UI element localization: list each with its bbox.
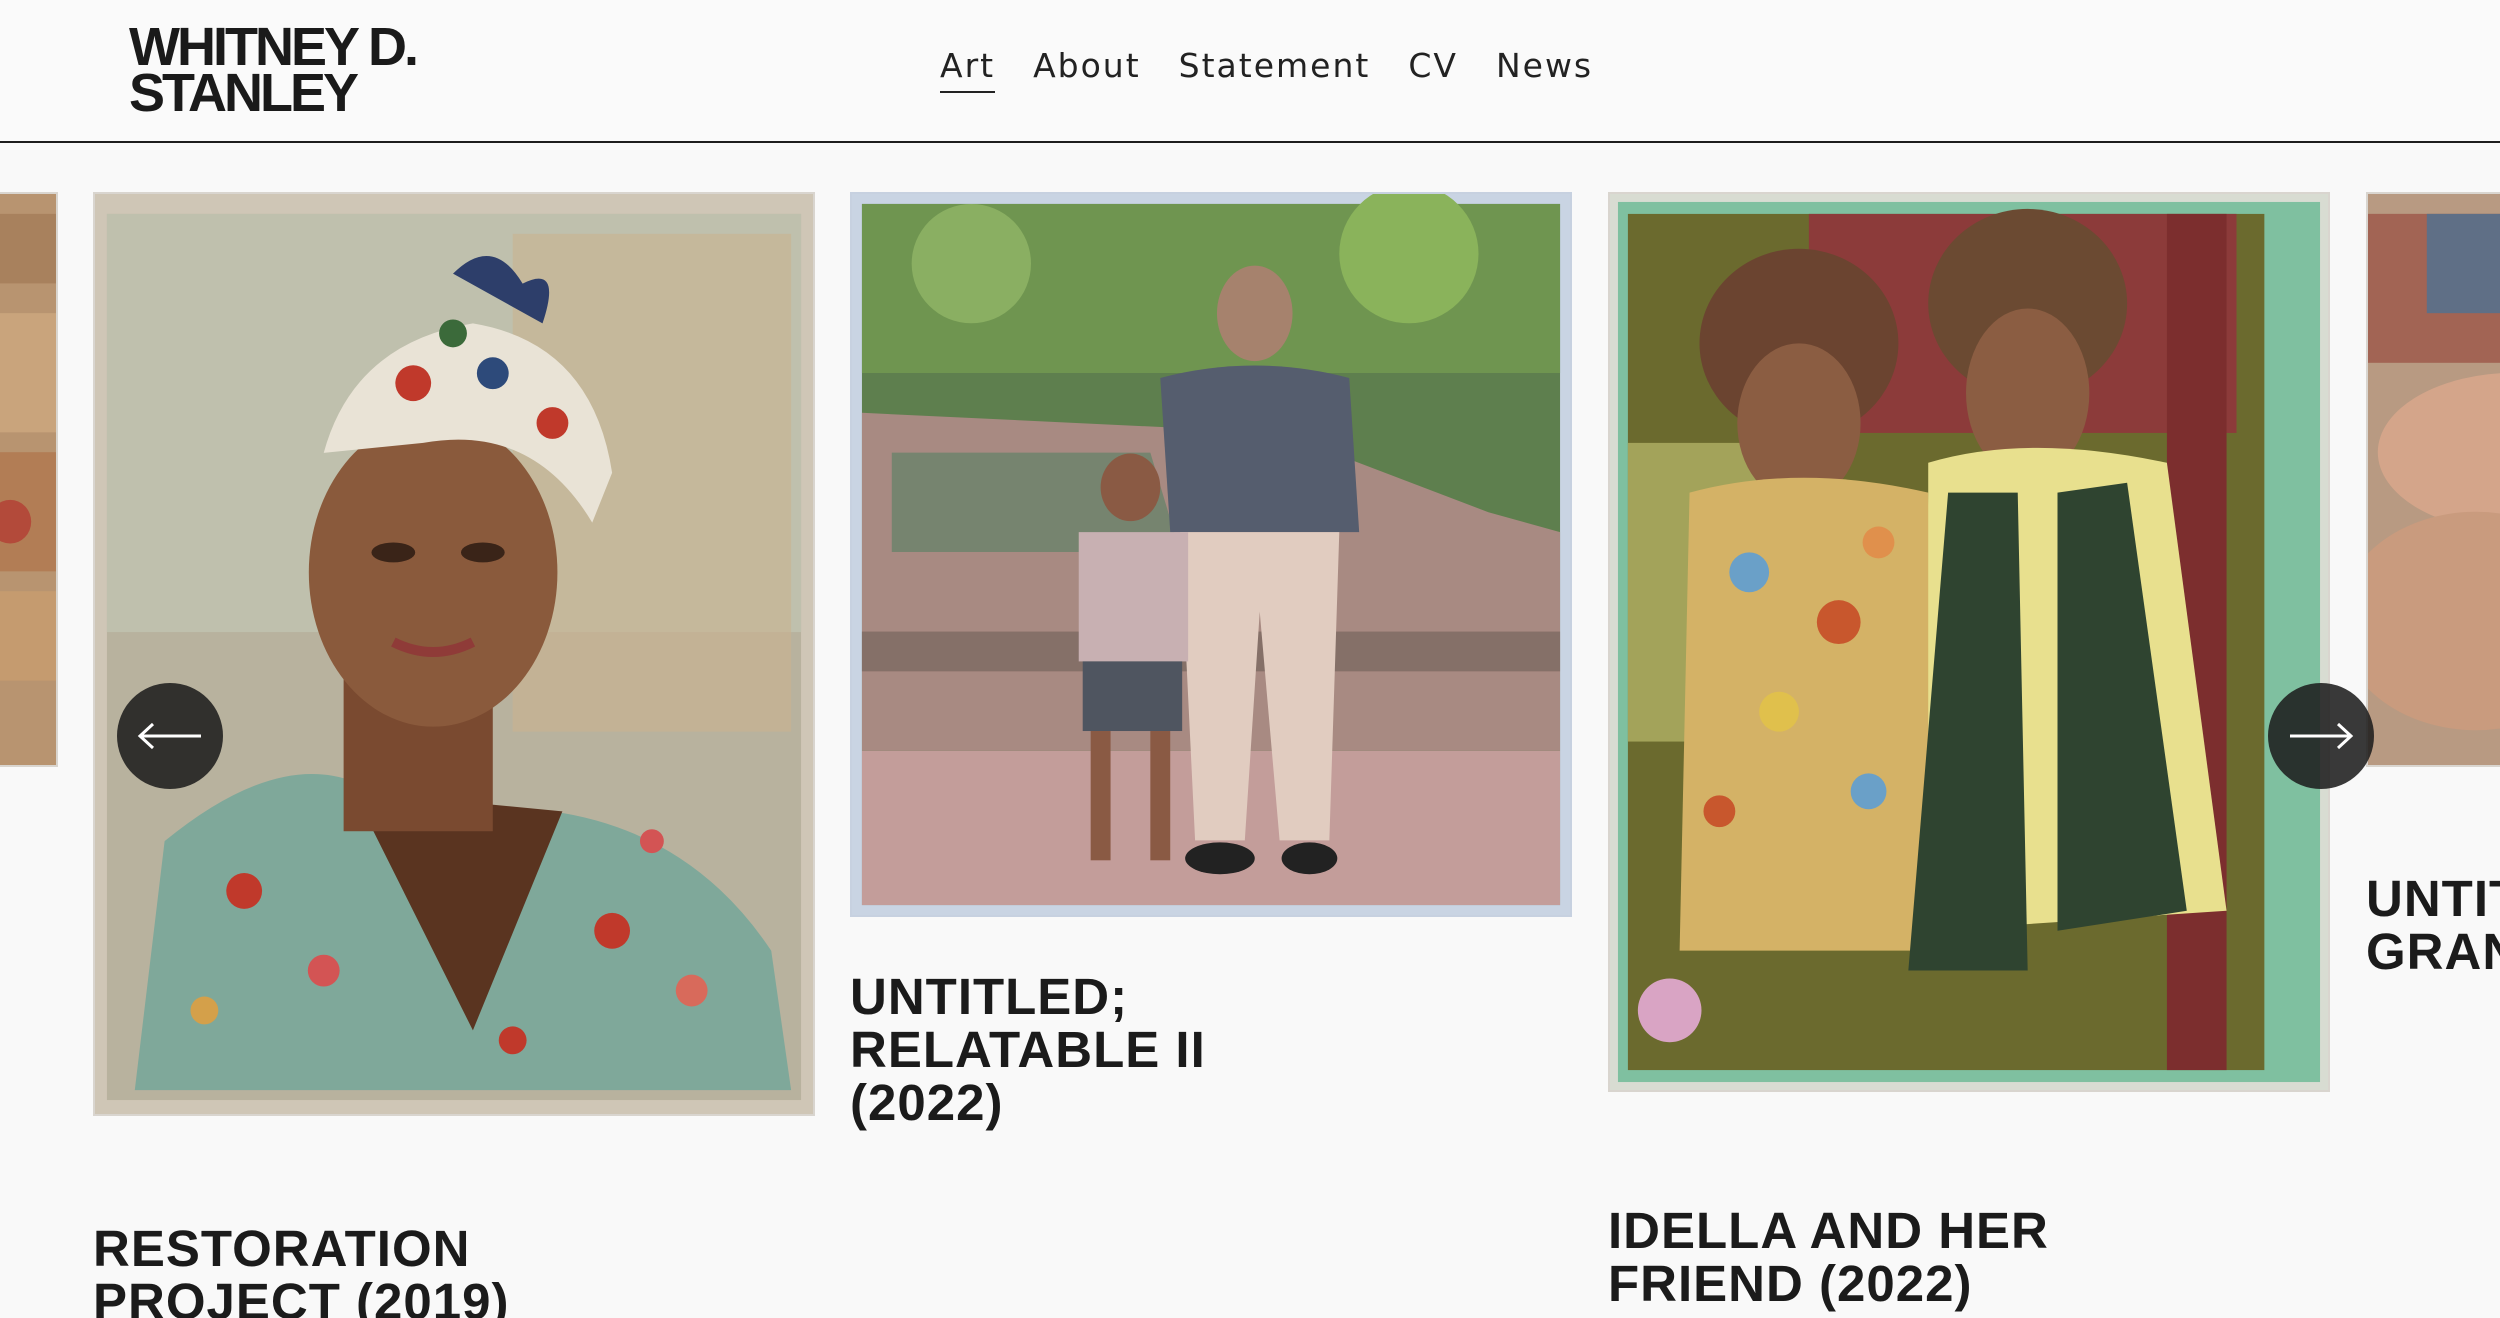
- artwork-title-1[interactable]: RESTORATION PROJECT (2019): [93, 1222, 653, 1318]
- artwork-image-partial-left[interactable]: [0, 192, 58, 767]
- site-logo[interactable]: WHITNEY D. STANLEY: [129, 20, 419, 120]
- nav-item-cv[interactable]: CV: [1408, 46, 1458, 93]
- nav-item-news[interactable]: News: [1496, 46, 1593, 93]
- arrow-right-icon: [2290, 722, 2354, 750]
- artwork-title-3[interactable]: IDELLA AND HER FRIEND (2022): [1608, 1204, 2168, 1310]
- artwork-image-relatable-ii[interactable]: [850, 192, 1572, 917]
- artwork-image-partial-right[interactable]: [2366, 192, 2500, 767]
- artwork-title-2[interactable]: UNTITLED; RELATABLE II (2022): [850, 970, 1280, 1129]
- nav-item-about[interactable]: About: [1033, 46, 1141, 93]
- carousel-next-button[interactable]: [2268, 683, 2374, 789]
- nav-item-statement[interactable]: Statement: [1179, 46, 1371, 93]
- artwork-carousel: RESTORATION PROJECT (2019) UNTITLED; REL…: [0, 143, 2500, 1318]
- artwork-image-idella-and-her-friend[interactable]: [1608, 192, 2330, 1092]
- carousel-prev-button[interactable]: [117, 683, 223, 789]
- arrow-left-icon: [137, 722, 201, 750]
- artwork-title-4[interactable]: UNTITLED; GRANDMA'S COUCH: [2366, 872, 2500, 978]
- main-nav: Art About Statement CV News: [940, 46, 1593, 93]
- site-header: WHITNEY D. STANLEY Art About Statement C…: [0, 0, 2500, 143]
- artwork-image-restoration-project[interactable]: [93, 192, 815, 1116]
- nav-item-art[interactable]: Art: [940, 46, 996, 93]
